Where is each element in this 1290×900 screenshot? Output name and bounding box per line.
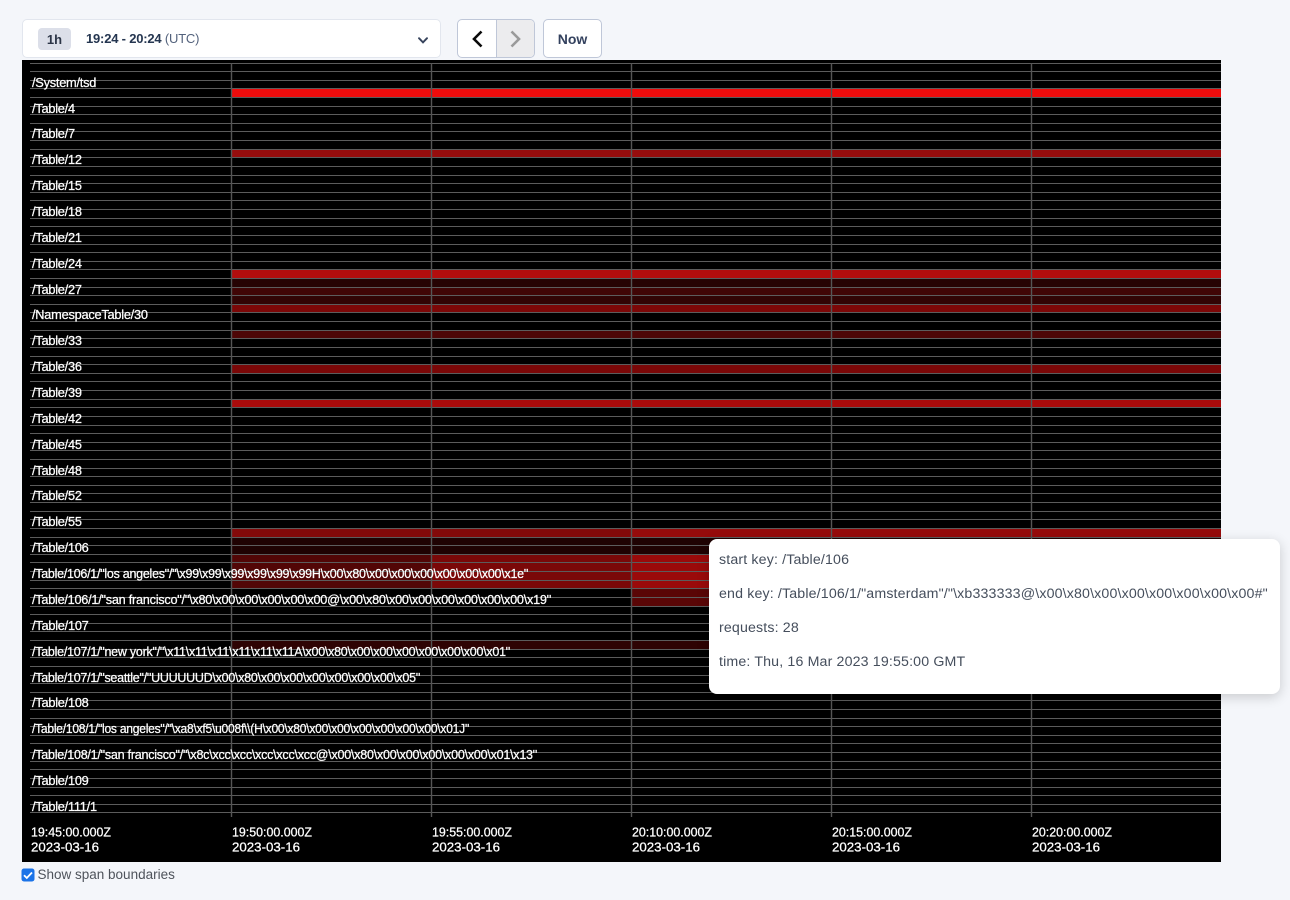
- svg-text:/Table/4: /Table/4: [32, 101, 75, 116]
- svg-text:/Table/52: /Table/52: [32, 488, 82, 503]
- svg-text:2023-03-16: 2023-03-16: [432, 841, 500, 855]
- svg-text:/Table/109: /Table/109: [32, 773, 89, 788]
- svg-text:2023-03-16: 2023-03-16: [832, 841, 900, 855]
- svg-text:/Table/107: /Table/107: [32, 618, 89, 633]
- svg-text:/Table/48: /Table/48: [32, 463, 82, 478]
- svg-text:/Table/21: /Table/21: [32, 230, 82, 245]
- svg-text:2023-03-16: 2023-03-16: [632, 841, 700, 855]
- svg-text:/Table/12: /Table/12: [32, 152, 82, 167]
- svg-text:/Table/27: /Table/27: [32, 282, 82, 297]
- svg-text:/Table/36: /Table/36: [32, 359, 82, 374]
- svg-text:/Table/24: /Table/24: [32, 256, 82, 271]
- svg-text:/Table/108/1/"san francisco"/": /Table/108/1/"san francisco"/"\x8c\xcc\x…: [32, 747, 537, 762]
- svg-text:/Table/55: /Table/55: [32, 514, 82, 529]
- svg-text:/Table/111/1: /Table/111/1: [32, 799, 97, 814]
- svg-text:/Table/107/1/"new york"/"\x11\: /Table/107/1/"new york"/"\x11\x11\x11\x1…: [32, 644, 510, 659]
- svg-text:/Table/108/1/"los angeles"/"\x: /Table/108/1/"los angeles"/"\xa8\xf5\u00…: [32, 721, 469, 736]
- svg-text:/Table/108: /Table/108: [32, 695, 89, 710]
- svg-text:/Table/106: /Table/106: [32, 540, 89, 555]
- svg-text:/NamespaceTable/30: /NamespaceTable/30: [32, 307, 148, 322]
- svg-text:19:45:00.000Z: 19:45:00.000Z: [31, 826, 111, 840]
- svg-text:/System/tsd: /System/tsd: [32, 75, 96, 90]
- svg-text:20:15:00.000Z: 20:15:00.000Z: [832, 826, 912, 840]
- svg-text:/Table/45: /Table/45: [32, 437, 82, 452]
- svg-text:2023-03-16: 2023-03-16: [31, 841, 99, 855]
- svg-text:20:10:00.000Z: 20:10:00.000Z: [632, 826, 712, 840]
- svg-text:/Table/106/1/"los angeles"/"\x: /Table/106/1/"los angeles"/"\x99\x99\x99…: [32, 566, 528, 581]
- svg-text:19:55:00.000Z: 19:55:00.000Z: [432, 826, 512, 840]
- svg-text:/Table/107/1/"seattle"/"UUUUUU: /Table/107/1/"seattle"/"UUUUUUD\x00\x80\…: [32, 670, 420, 685]
- svg-text:20:20:00.000Z: 20:20:00.000Z: [1032, 826, 1112, 840]
- svg-text:/Table/42: /Table/42: [32, 411, 82, 426]
- svg-text:/Table/39: /Table/39: [32, 385, 82, 400]
- svg-text:/Table/33: /Table/33: [32, 333, 82, 348]
- svg-text:/Table/18: /Table/18: [32, 204, 82, 219]
- svg-text:/Table/7: /Table/7: [32, 126, 75, 141]
- svg-text:19:50:00.000Z: 19:50:00.000Z: [232, 826, 312, 840]
- svg-text:2023-03-16: 2023-03-16: [1032, 841, 1100, 855]
- svg-text:/Table/15: /Table/15: [32, 178, 82, 193]
- svg-text:/Table/106/1/"san francisco"/": /Table/106/1/"san francisco"/"\x80\x00\x…: [32, 592, 551, 607]
- svg-text:2023-03-16: 2023-03-16: [232, 841, 300, 855]
